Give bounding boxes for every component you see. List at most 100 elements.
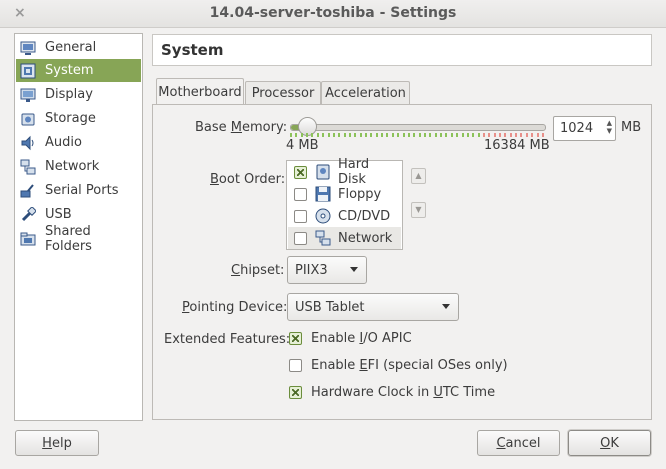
ok-button[interactable]: OK — [568, 430, 651, 456]
slider-tick — [290, 133, 292, 137]
tab-processor[interactable]: Processor — [245, 81, 321, 105]
floppy-icon — [315, 186, 331, 202]
enable-io-apic-checkbox[interactable]: Enable I/O APIC — [289, 331, 412, 346]
slider-tick — [429, 133, 432, 137]
sidebar-item-label: Storage — [45, 111, 96, 126]
tab-label: Acceleration — [325, 86, 406, 101]
chipset-select[interactable]: PIIX3 — [287, 256, 367, 284]
slider-tick — [327, 133, 330, 137]
base-memory-spinbox[interactable]: 1024 ▲ ▼ — [553, 116, 616, 141]
checkbox-box[interactable] — [289, 332, 302, 345]
slider-tick — [515, 133, 518, 137]
boot-item-floppy[interactable]: Floppy — [288, 183, 401, 205]
boot-item-label: Floppy — [338, 186, 382, 202]
network-icon — [315, 230, 331, 246]
button-label: Help — [42, 435, 72, 451]
move-down-button[interactable]: ▼ — [411, 202, 426, 218]
slider-tick — [295, 133, 298, 137]
arrow-down-icon: ▼ — [415, 205, 422, 214]
slider-tick — [359, 133, 362, 137]
sidebar-item-label: Network — [45, 159, 100, 174]
slider-tick — [450, 133, 453, 137]
slider-tick — [504, 133, 507, 137]
slider-tick — [370, 133, 373, 137]
slider-tick — [332, 133, 335, 137]
sidebar-item-network[interactable]: Network — [16, 155, 141, 178]
slider-tick — [348, 133, 351, 137]
system-icon — [20, 63, 36, 79]
sidebar-item-label: General — [45, 40, 97, 55]
boot-item-cd-dvd[interactable]: CD/DVD — [288, 205, 401, 227]
sidebar-item-system[interactable]: System — [16, 59, 141, 82]
button-label: OK — [600, 435, 619, 451]
slider-tick — [397, 133, 400, 137]
sidebar-item-display[interactable]: Display — [16, 83, 141, 106]
base-memory-value: 1024 — [560, 121, 594, 136]
slider-tick — [402, 133, 405, 137]
title-bar: × 14.04-server-toshiba - Settings — [0, 0, 666, 28]
help-button[interactable]: Help — [15, 430, 99, 456]
sidebar-item-label: System — [45, 63, 94, 78]
sidebar-item-general[interactable]: General — [16, 36, 141, 59]
pointing-device-label: Pointing Device: — [182, 300, 288, 315]
slider-tick — [445, 133, 448, 137]
slider-tick — [509, 133, 512, 137]
move-up-button[interactable]: ▲ — [411, 168, 426, 184]
slider-tick — [354, 133, 357, 137]
base-memory-slider[interactable] — [290, 124, 546, 131]
tab-motherboard[interactable]: Motherboard — [156, 78, 244, 105]
slider-tick — [365, 133, 368, 137]
sidebar-item-storage[interactable]: Storage — [16, 107, 141, 130]
boot-item-hard-disk[interactable]: Hard Disk — [288, 157, 401, 187]
tab-acceleration[interactable]: Acceleration — [321, 81, 410, 105]
slider-tick — [482, 133, 485, 137]
sidebar-item-label: Audio — [45, 135, 82, 150]
boot-item-network[interactable]: Network — [288, 227, 401, 249]
checkbox-label: Enable EFI (special OSes only) — [311, 358, 508, 373]
hardware-clock-utc-checkbox[interactable]: Hardware Clock in UTC Time — [289, 385, 495, 400]
checkbox-label: Hardware Clock in UTC Time — [311, 385, 496, 400]
slider-tick — [472, 133, 475, 137]
sidebar-item-audio[interactable]: Audio — [16, 131, 141, 154]
sidebar-item-serial-ports[interactable]: Serial Ports — [16, 179, 141, 202]
checkbox-box[interactable] — [289, 386, 302, 399]
pointing-device-select[interactable]: USB Tablet — [287, 293, 459, 321]
general-icon — [20, 40, 36, 56]
memory-unit-label: MB — [621, 120, 642, 135]
page-header: System — [152, 34, 652, 66]
tab-label: Processor — [251, 86, 315, 101]
tab-label: Motherboard — [158, 84, 242, 100]
slider-tick — [531, 133, 534, 137]
slider-tick — [434, 133, 437, 137]
chipset-label: Chipset: — [231, 263, 285, 278]
base-memory-label: Base Memory: — [195, 120, 288, 135]
memory-max-label: 16384 MB — [484, 138, 550, 153]
slider-tick — [386, 133, 389, 137]
button-label: Cancel — [496, 435, 541, 451]
slider-tick — [322, 133, 325, 137]
boot-checkbox[interactable] — [294, 187, 307, 201]
boot-checkbox[interactable] — [294, 231, 307, 245]
slider-tick — [375, 133, 378, 137]
slider-tick — [338, 133, 341, 137]
boot-checkbox[interactable] — [294, 209, 307, 223]
slider-tick — [423, 133, 426, 137]
sidebar-item-shared-folders[interactable]: Shared Folders — [16, 224, 141, 254]
slider-tick — [488, 133, 491, 137]
cancel-button[interactable]: Cancel — [477, 430, 560, 456]
checkbox-box[interactable] — [289, 359, 302, 372]
pointing-device-value: USB Tablet — [295, 299, 365, 315]
window-title: 14.04-server-toshiba - Settings — [209, 5, 457, 21]
spin-arrows-icon[interactable]: ▲ ▼ — [607, 119, 612, 135]
chevron-down-icon — [350, 267, 358, 272]
settings-sidebar: General System Display Storage Audio Net… — [14, 33, 143, 421]
hard-disk-icon — [315, 164, 331, 180]
enable-efi-checkbox[interactable]: Enable EFI (special OSes only) — [289, 358, 508, 373]
slider-tick — [316, 133, 319, 137]
shared-folders-icon — [20, 231, 36, 247]
boot-checkbox[interactable] — [294, 165, 307, 179]
serial-ports-icon — [20, 183, 36, 199]
slider-tick — [311, 133, 314, 137]
network-icon — [20, 159, 36, 175]
display-icon — [20, 87, 36, 103]
